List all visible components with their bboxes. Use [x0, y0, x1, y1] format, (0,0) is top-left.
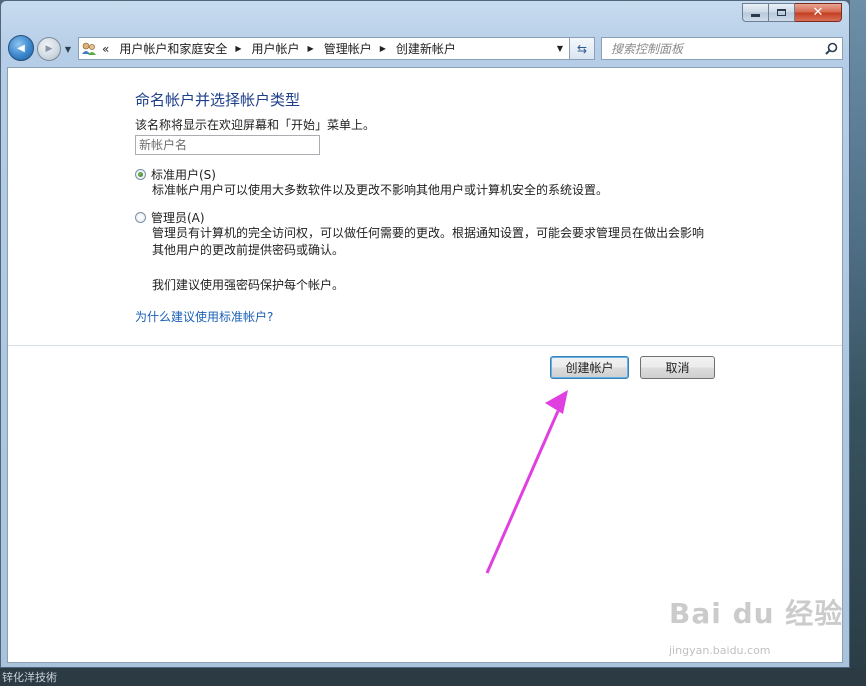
- arrow-head: [545, 390, 568, 414]
- annotation-arrow: [485, 390, 568, 574]
- arrow-shaft: [485, 410, 560, 574]
- desktop-label: 锌化洋技術: [2, 671, 57, 684]
- desktop-background: [850, 0, 866, 686]
- desktop-taskbar-strip: [0, 668, 866, 686]
- control-panel-window: ✕ ◀ ▶ ▼ « 用户帐户和家庭安全 ▶ 用户帐户 ▶ 管理帐户 ▶ 创建新帐…: [0, 0, 850, 668]
